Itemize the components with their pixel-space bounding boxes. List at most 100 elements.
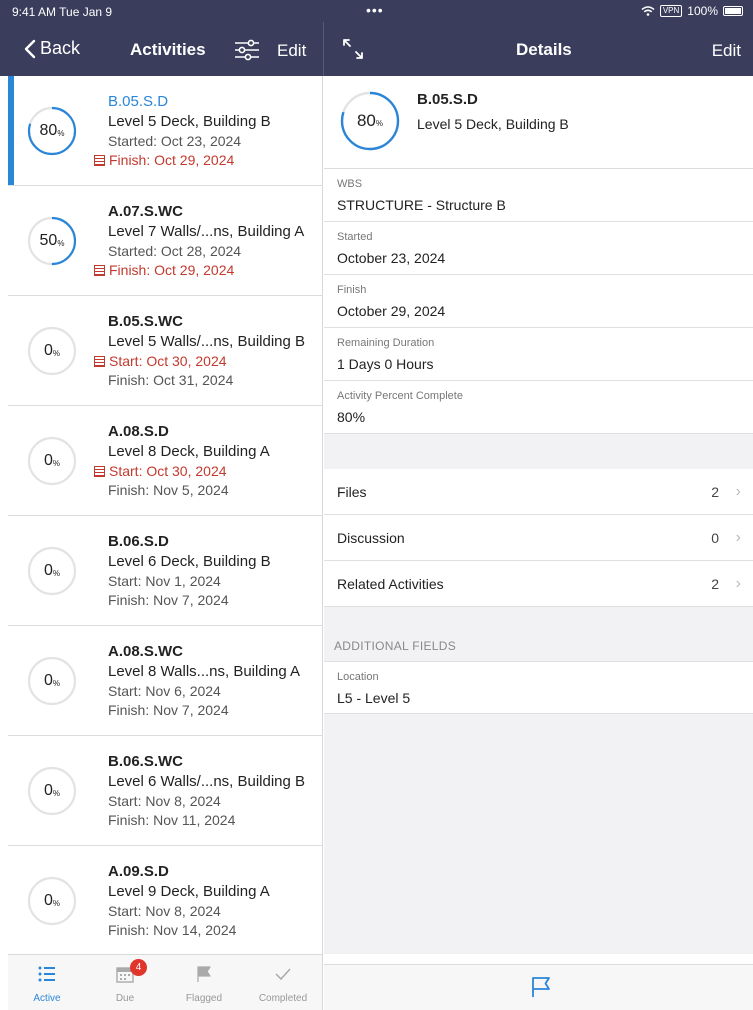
field-value: October 23, 2024 [337, 250, 446, 266]
start-date-text: Started: Oct 23, 2024 [108, 133, 242, 149]
activity-list[interactable]: 80% B.05.S.D Level 5 Deck, Building B Start… [8, 76, 323, 954]
field-label: WBS [337, 178, 363, 190]
activity-name: Level 5 Deck, Building B [108, 113, 271, 130]
multitask-dots[interactable]: ••• [366, 2, 384, 18]
percent-label: 0% [27, 766, 77, 816]
top-bar: 9:41 AM Tue Jan 9 ••• VPN 100% Back Acti… [0, 0, 753, 76]
finish-date: Finish: Nov 7, 2024 [108, 702, 229, 718]
percent-unit: % [52, 569, 61, 578]
percent-label: 80% [340, 91, 400, 151]
percent-unit: % [52, 789, 61, 798]
expand-icon[interactable] [342, 38, 364, 60]
activity-name: Level 5 Deck, Building B [417, 116, 569, 132]
vpn-indicator: VPN [659, 5, 683, 17]
details-edit-button[interactable]: Edit [712, 41, 741, 61]
details-title: Details [516, 40, 572, 59]
percent-unit: % [52, 459, 61, 468]
start-date: Started: Oct 28, 2024 [108, 243, 241, 259]
calendar-alert-icon [94, 466, 105, 477]
finish-date-text: Finish: Nov 11, 2024 [108, 812, 236, 828]
chevron-right-icon: › [735, 529, 741, 546]
start-date: Start: Oct 30, 2024 [94, 353, 227, 369]
activity-name: Level 9 Deck, Building A [108, 883, 270, 900]
flag-icon [197, 966, 211, 982]
list-edit-button[interactable]: Edit [277, 41, 306, 61]
start-date-text: Start: Oct 30, 2024 [109, 353, 227, 369]
details-nav-bar: Details Edit [324, 22, 753, 76]
calendar-alert-icon [94, 356, 105, 367]
filter-sliders-icon[interactable] [234, 39, 260, 61]
details-header: 80% B.05.S.D Level 5 Deck, Building B [324, 76, 753, 169]
discussion-row[interactable]: Discussion 0 › [324, 515, 753, 561]
percent-value: 0 [43, 562, 53, 579]
activity-row[interactable]: 0% B.06.S.WC Level 6 Walls/...ns, Building… [8, 736, 322, 846]
activity-id: B.05.S.D [108, 93, 169, 110]
field-finish: Finish October 29, 2024 [324, 275, 753, 328]
percent-value: 80 [39, 122, 58, 139]
field-started: Started October 23, 2024 [324, 222, 753, 275]
activity-row[interactable]: 80% B.05.S.D Level 5 Deck, Building B Start… [8, 76, 322, 186]
field-wbs: WBS STRUCTURE - Structure B [324, 169, 753, 222]
percent-value: 0 [43, 452, 53, 469]
finish-date: Finish: Oct 29, 2024 [94, 262, 234, 278]
activity-name: Level 5 Walls/...ns, Building B [108, 333, 306, 350]
tab-completed[interactable]: Completed [244, 955, 322, 1010]
back-button[interactable]: Back [24, 38, 80, 59]
percent-value: 80 [356, 111, 376, 130]
battery-icon [723, 6, 743, 16]
finish-date: Finish: Nov 11, 2024 [108, 812, 235, 828]
activity-id: A.09.S.D [108, 863, 169, 880]
battery-percent: 100% [687, 4, 718, 18]
activity-name: Level 6 Walls/...ns, Building B [108, 773, 306, 790]
finish-date: Finish: Nov 14, 2024 [108, 922, 236, 938]
finish-date: Finish: Oct 31, 2024 [108, 372, 233, 388]
activity-id: A.08.S.WC [108, 643, 184, 660]
percent-label: 80% [27, 106, 77, 156]
chevron-left-icon [24, 39, 36, 58]
field-location: Location L5 - Level 5 [324, 661, 753, 714]
activity-row[interactable]: 0% A.09.S.D Level 9 Deck, Building A Start:… [8, 846, 322, 954]
status-time: 9:41 AM Tue Jan 9 [12, 5, 113, 19]
tab-flagged[interactable]: Flagged [165, 955, 243, 1010]
progress-ring: 0% [27, 436, 77, 486]
checkmark-icon [275, 968, 291, 981]
start-date-text: Start: Nov 8, 2024 [108, 903, 221, 919]
status-bar: 9:41 AM Tue Jan 9 ••• VPN 100% [0, 0, 753, 22]
field-value: 80% [337, 409, 366, 425]
percent-value: 0 [43, 342, 53, 359]
activity-row[interactable]: 0% B.06.S.D Level 6 Deck, Building B Start:… [8, 516, 322, 626]
list-title: Activities [130, 40, 206, 59]
files-row[interactable]: Files 2 › [324, 469, 753, 515]
finish-date-text: Finish: Oct 31, 2024 [108, 372, 234, 388]
start-date: Start: Nov 1, 2024 [108, 573, 221, 589]
files-count: 2 [711, 484, 719, 500]
list-icon [38, 966, 55, 982]
activity-row[interactable]: 0% B.05.S.WC Level 5 Walls/...ns, Building… [8, 296, 322, 406]
percent-unit: % [52, 679, 61, 688]
files-label: Files [337, 484, 367, 500]
field-value: 1 Days 0 Hours [337, 356, 434, 372]
activity-row[interactable]: 0% A.08.S.D Level 8 Deck, Building A Start:… [8, 406, 322, 516]
field-label: Activity Percent Complete [337, 390, 463, 402]
flag-outline-icon[interactable] [529, 975, 553, 999]
percent-unit: % [375, 119, 384, 128]
related-activities-row[interactable]: Related Activities 2 › [324, 561, 753, 607]
percent-unit: % [52, 349, 61, 358]
start-date: Start: Nov 8, 2024 [108, 903, 221, 919]
discussion-label: Discussion [337, 530, 405, 546]
field-value: L5 - Level 5 [337, 690, 411, 706]
field-percent-complete: Activity Percent Complete 80% [324, 381, 753, 434]
tab-due[interactable]: 4 Due [86, 955, 164, 1010]
status-right: VPN 100% [641, 4, 743, 18]
finish-date: Finish: Nov 7, 2024 [108, 592, 229, 608]
activity-row[interactable]: 50% A.07.S.WC Level 7 Walls/...ns, Buildin… [8, 186, 322, 296]
tab-active[interactable]: Active [8, 955, 86, 1010]
back-label: Back [40, 38, 81, 58]
activity-row[interactable]: 0% A.08.S.WC Level 8 Walls...ns, Building … [8, 626, 322, 736]
percent-unit: % [57, 239, 65, 248]
related-activities-count: 2 [711, 576, 719, 592]
start-date: Started: Oct 23, 2024 [108, 133, 241, 149]
start-date-text: Start: Nov 1, 2024 [108, 573, 221, 589]
start-date-text: Start: Oct 30, 2024 [109, 463, 227, 479]
list-nav-bar: Back Activities Edit [0, 22, 323, 76]
